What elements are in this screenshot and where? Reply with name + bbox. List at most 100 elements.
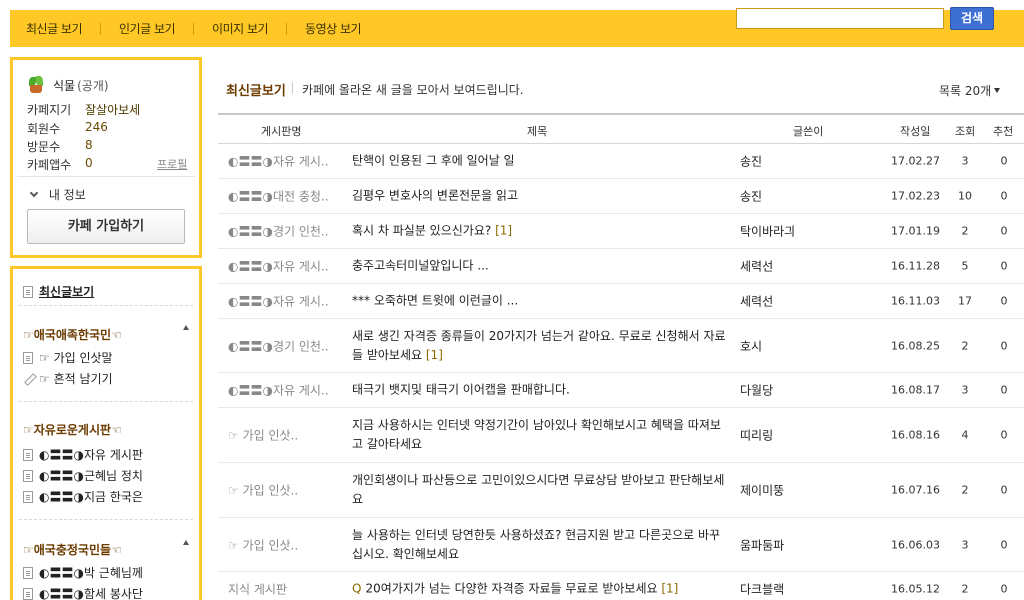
pencil-icon xyxy=(23,373,34,384)
row-date: 17.02.23 xyxy=(891,189,940,203)
row-title-text[interactable]: 새로 생긴 자격증 종류들이 20가지가 넘는거 같아요. 무료로 신청해서 자… xyxy=(352,329,726,362)
row-views: 3 xyxy=(961,383,969,397)
table-row[interactable]: ☞ 가입 인삿.. 개인회생이나 파산등으로 고민이있으시다면 무료상담 받아보… xyxy=(218,463,1024,518)
table-row[interactable]: ◐〓〓◑자유 게시.. 태극기 뱃지및 태극기 이어캡을 판매합니다. 다월당 … xyxy=(218,373,1024,408)
row-board[interactable]: ◐〓〓◑대전 충청.. xyxy=(228,188,329,205)
my-info-toggle[interactable]: 내 정보 xyxy=(29,186,86,203)
collapse-arrow-icon[interactable] xyxy=(183,325,189,330)
sidebar-item-all-posts[interactable]: 최신글보기 xyxy=(23,283,94,300)
row-title[interactable]: 개인회생이나 파산등으로 고민이있으시다면 무료상담 받아보고 판단해보세요 xyxy=(352,471,730,509)
nav-divider xyxy=(286,22,288,35)
sidebar-item-guestbook[interactable]: ☞ 흔적 남기기 xyxy=(23,370,113,387)
nav-popular-posts[interactable]: 인기글 보기 xyxy=(119,20,176,37)
row-board[interactable]: ☞ 가입 인삿.. xyxy=(228,536,298,553)
comment-count[interactable]: [1] xyxy=(661,582,678,596)
post-table: 게시판명 제목 글쓴이 작성일 조회 추천 ◐〓〓◑자유 게시.. 탄핵이 인용… xyxy=(218,113,1024,600)
table-row[interactable]: ◐〓〓◑자유 게시.. 탄핵이 인용된 그 후에 일어날 일 송진 17.02.… xyxy=(218,144,1024,179)
sidebar-group-title[interactable]: ☞자유로운게시판☜ xyxy=(23,421,122,438)
nav-image-posts[interactable]: 이미지 보기 xyxy=(212,20,269,37)
sidebar-item-greeting[interactable]: ☞ 가입 인삿말 xyxy=(23,349,113,366)
search-button[interactable]: 검색 xyxy=(950,7,994,30)
divider xyxy=(19,305,193,306)
document-icon xyxy=(23,490,33,503)
cafe-name[interactable]: 식물 (공개) xyxy=(27,76,109,94)
row-author[interactable]: 제이미뚱 xyxy=(740,482,784,499)
row-title-text[interactable]: *** 오죽하면 트윗에 이런글이 ... xyxy=(352,294,518,308)
table-row[interactable]: ◐〓〓◑자유 게시.. 충주고속터미널앞입니다 ... 세력선 16.11.28… xyxy=(218,249,1024,284)
table-row[interactable]: ☞ 가입 인삿.. 늘 사용하는 인터넷 당연한듯 사용하셨죠? 현금지원 받고… xyxy=(218,518,1024,572)
row-title[interactable]: 탄핵이 인용된 그 후에 일어날 일 xyxy=(352,152,730,171)
nav-divider xyxy=(100,22,102,35)
row-author[interactable]: 세력선 xyxy=(740,293,773,310)
row-title[interactable]: 태극기 뱃지및 태극기 이어캡을 판매합니다. xyxy=(352,381,730,400)
row-board[interactable]: ◐〓〓◑경기 인천.. xyxy=(228,337,329,354)
list-count-select[interactable]: 목록 20개 xyxy=(939,82,1001,99)
table-row[interactable]: ◐〓〓◑경기 인천.. 혹시 차 파실분 있으신가요? [1] 탁이바라긔 17… xyxy=(218,214,1024,249)
sidebar-item-korea-now[interactable]: ◐〓〓◑지금 한국은 xyxy=(23,488,143,505)
row-title-text[interactable]: 지금 사용하시는 인터넷 약정기간이 남아있나 확인해보시고 혜택을 따져보고 … xyxy=(352,418,721,451)
row-title[interactable]: 혹시 차 파실분 있으신가요? [1] xyxy=(352,222,730,241)
info-row-manager: 카페지기 잘살아보세 xyxy=(27,101,140,118)
sidebar-item-politics[interactable]: ◐〓〓◑근혜님 정치 xyxy=(23,467,143,484)
row-title-text[interactable]: 김평우 변호사의 변론전문을 읽고 xyxy=(352,189,518,203)
comment-count[interactable]: [1] xyxy=(495,224,512,238)
row-title[interactable]: 김평우 변호사의 변론전문을 읽고 xyxy=(352,187,730,206)
search-input[interactable] xyxy=(736,8,944,29)
row-author[interactable]: 호시 xyxy=(740,337,762,354)
row-title-text[interactable]: 혹시 차 파실분 있으신가요? xyxy=(352,224,495,238)
sidebar-group-title[interactable]: ☞애국충정국민들☜ xyxy=(23,541,122,558)
collapse-arrow-icon[interactable] xyxy=(183,540,189,545)
row-author[interactable]: 다크블랙 xyxy=(740,581,784,598)
row-rec: 0 xyxy=(1000,259,1008,273)
row-board[interactable]: 지식 게시판 xyxy=(228,581,287,598)
row-author[interactable]: 움파둠파 xyxy=(740,536,784,553)
row-author[interactable]: 다월당 xyxy=(740,382,773,399)
row-title-text[interactable]: 20여가지가 넘는 다양한 자격증 자료들 무료로 받아보세요 xyxy=(365,582,661,596)
row-author[interactable]: 탁이바라긔 xyxy=(740,223,795,240)
member-count: 246 xyxy=(85,120,108,134)
row-board[interactable]: ◐〓〓◑자유 게시.. xyxy=(228,382,329,399)
row-author[interactable]: 송진 xyxy=(740,188,762,205)
row-rec: 0 xyxy=(1000,428,1008,442)
row-board[interactable]: ☞ 가입 인삿.. xyxy=(228,427,298,444)
row-title[interactable]: Q 20여가지가 넘는 다양한 자격증 자료들 무료로 받아보세요 [1] xyxy=(352,580,730,599)
row-author[interactable]: 띠리링 xyxy=(740,427,773,444)
row-board[interactable]: ◐〓〓◑경기 인천.. xyxy=(228,223,329,240)
row-title-text[interactable]: 태극기 뱃지및 태극기 이어캡을 판매합니다. xyxy=(352,383,570,397)
row-board[interactable]: ☞ 가입 인삿.. xyxy=(228,482,298,499)
app-count: 0 xyxy=(85,156,93,170)
row-title[interactable]: 지금 사용하시는 인터넷 약정기간이 남아있나 확인해보시고 혜택을 따져보고 … xyxy=(352,416,730,454)
comment-count[interactable]: [1] xyxy=(426,348,443,362)
nav-latest-posts[interactable]: 최신글 보기 xyxy=(26,20,83,37)
table-row[interactable]: ◐〓〓◑경기 인천.. 새로 생긴 자격증 종류들이 20가지가 넘는거 같아요… xyxy=(218,319,1024,373)
sidebar-item-free-board[interactable]: ◐〓〓◑자유 게시판 xyxy=(23,446,143,463)
row-title-text[interactable]: 개인회생이나 파산등으로 고민이있으시다면 무료상담 받아보고 판단해보세요 xyxy=(352,473,724,506)
row-title-text[interactable]: 충주고속터미널앞입니다 ... xyxy=(352,259,489,273)
row-title-text[interactable]: 늘 사용하는 인터넷 당연한듯 사용하셨죠? 현금지원 받고 다른곳으로 바꾸십… xyxy=(352,528,720,561)
table-row[interactable]: ☞ 가입 인삿.. 지금 사용하시는 인터넷 약정기간이 남아있나 확인해보시고… xyxy=(218,408,1024,463)
row-date: 16.08.25 xyxy=(891,339,940,352)
row-title[interactable]: *** 오죽하면 트윗에 이런글이 ... xyxy=(352,292,730,311)
row-title[interactable]: 늘 사용하는 인터넷 당연한듯 사용하셨죠? 현금지원 받고 다른곳으로 바꾸십… xyxy=(352,526,730,564)
row-title[interactable]: 새로 생긴 자격증 종류들이 20가지가 넘는거 같아요. 무료로 신청해서 자… xyxy=(352,327,730,365)
row-title[interactable]: 충주고속터미널앞입니다 ... xyxy=(352,257,730,276)
info-label: 방문수 xyxy=(27,140,61,154)
table-row[interactable]: 지식 게시판 Q 20여가지가 넘는 다양한 자격증 자료들 무료로 받아보세요 … xyxy=(218,572,1024,600)
sidebar-item-letters[interactable]: ◐〓〓◑박 근혜님께 xyxy=(23,564,143,581)
row-board[interactable]: ◐〓〓◑자유 게시.. xyxy=(228,293,329,310)
join-cafe-button[interactable]: 카페 가입하기 xyxy=(27,209,185,244)
row-title-text[interactable]: 탄핵이 인용된 그 후에 일어날 일 xyxy=(352,154,515,168)
row-board[interactable]: ◐〓〓◑자유 게시.. xyxy=(228,258,329,275)
sidebar-group-title[interactable]: ☞애국애족한국민☜ xyxy=(23,326,122,343)
table-row[interactable]: ◐〓〓◑자유 게시.. *** 오죽하면 트윗에 이런글이 ... 세력선 16… xyxy=(218,284,1024,319)
table-row[interactable]: ◐〓〓◑대전 충청.. 김평우 변호사의 변론전문을 읽고 송진 17.02.2… xyxy=(218,179,1024,214)
profile-link[interactable]: 프로필 xyxy=(157,156,187,172)
document-icon xyxy=(23,448,33,461)
document-icon xyxy=(23,469,33,482)
nav-video-posts[interactable]: 동영상 보기 xyxy=(305,20,362,37)
row-author[interactable]: 송진 xyxy=(740,153,762,170)
row-author[interactable]: 세력선 xyxy=(740,258,773,275)
manager-name[interactable]: 잘살아보세 xyxy=(85,101,140,118)
row-board[interactable]: ◐〓〓◑자유 게시.. xyxy=(228,153,329,170)
sidebar-item-volunteers[interactable]: ◐〓〓◑함세 봉사단 xyxy=(23,585,143,600)
